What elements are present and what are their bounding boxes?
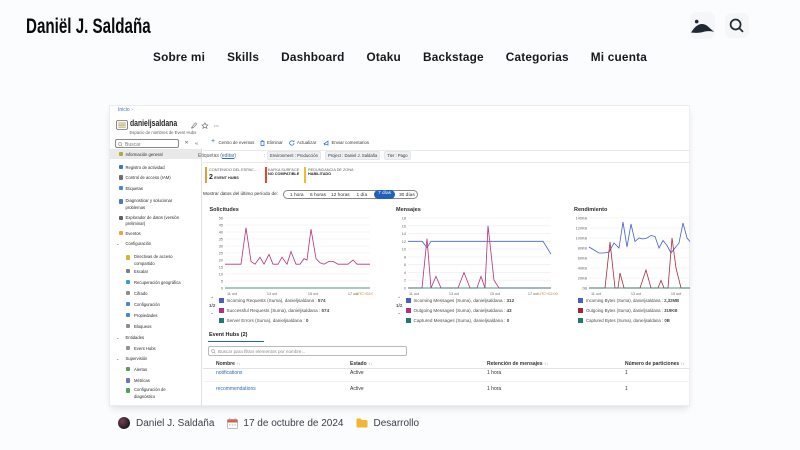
svg-text:4: 4	[404, 271, 406, 275]
svg-text:45: 45	[219, 224, 223, 228]
svg-text:15: 15	[219, 266, 223, 270]
svg-text:5: 5	[221, 280, 223, 284]
svg-text:10: 10	[402, 248, 406, 252]
svg-text:120KB: 120KB	[576, 227, 587, 231]
svg-text:100KB: 100KB	[576, 237, 587, 241]
svg-text:40KB: 40KB	[578, 267, 588, 271]
svg-text:0: 0	[221, 287, 223, 291]
svg-text:18: 18	[402, 217, 406, 221]
svg-text:40: 40	[219, 231, 223, 235]
svg-text:25: 25	[219, 252, 223, 256]
svg-text:20KB: 20KB	[578, 277, 588, 281]
svg-text:12: 12	[402, 240, 406, 244]
svg-text:UTC+02:00: UTC+02:00	[538, 292, 558, 296]
svg-text:0B: 0B	[582, 287, 587, 291]
svg-text:8: 8	[404, 255, 406, 259]
svg-text:14: 14	[402, 232, 406, 236]
svg-text:60KB: 60KB	[578, 257, 588, 261]
svg-text:2: 2	[404, 279, 406, 283]
svg-text:20: 20	[219, 259, 223, 263]
svg-text:35: 35	[219, 238, 223, 242]
svg-text:UTC+02:00: UTC+02:00	[356, 292, 373, 296]
svg-text:80KB: 80KB	[578, 247, 588, 251]
svg-text:0: 0	[404, 287, 406, 291]
svg-text:16: 16	[402, 224, 406, 228]
svg-text:30: 30	[219, 245, 223, 249]
svg-text:6: 6	[404, 263, 406, 267]
svg-text:50: 50	[219, 217, 223, 221]
svg-text:140KB: 140KB	[576, 217, 587, 221]
svg-text:10: 10	[219, 273, 223, 277]
